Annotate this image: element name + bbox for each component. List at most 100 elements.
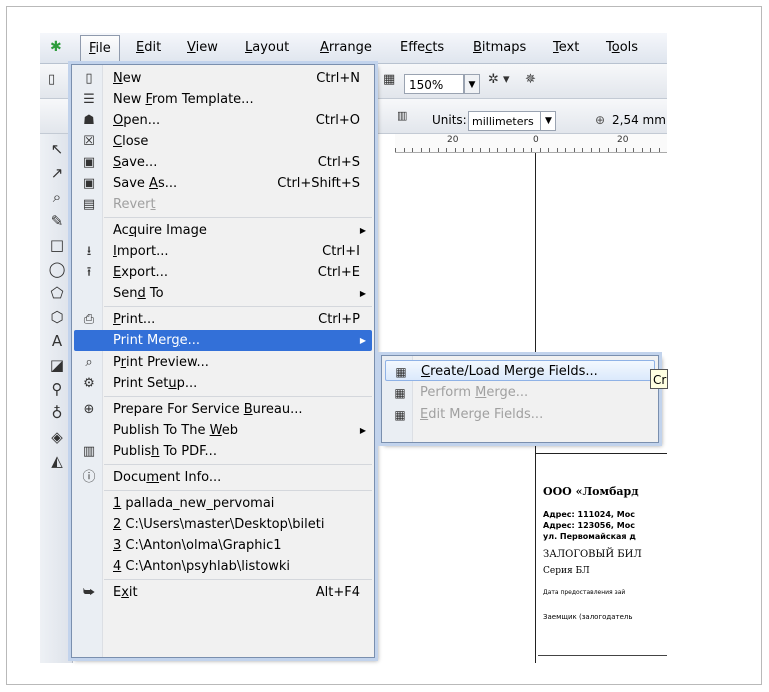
launcher-icon[interactable]: ✵ <box>525 72 536 87</box>
menu-item-1-pallada-new-pervomai[interactable]: 1 pallada_new_pervomai <box>74 493 372 514</box>
menu-item-save[interactable]: ▣ Save... Ctrl+S <box>74 152 372 173</box>
menu-edit[interactable]: Edit <box>136 40 161 55</box>
ruler-tick <box>420 148 422 152</box>
menu-arrange[interactable]: Arrange <box>320 40 372 55</box>
menu-item-label: Close <box>113 134 149 149</box>
menu-file[interactable]: File <box>80 35 120 63</box>
menu-item-save-as[interactable]: ▣ Save As... Ctrl+Shift+S <box>74 173 372 194</box>
menu-item-4-c-anton-psyhlab-listowki[interactable]: 4 C:\Anton\psyhlab\listowki <box>74 556 372 577</box>
fill-tool-icon[interactable]: ◈ <box>48 428 66 446</box>
menu-tools[interactable]: Tools <box>606 40 638 55</box>
zoom-dropdown-arrow[interactable]: ▼ <box>464 74 480 94</box>
menu-item-print-merge[interactable]: Print Merge... ▶ <box>74 330 372 351</box>
rectangle-tool-icon[interactable]: □ <box>48 236 66 254</box>
pick-tool-icon[interactable]: ↖ <box>48 140 66 158</box>
menu-item-export[interactable]: ⭱ Export... Ctrl+E <box>74 262 372 283</box>
basic-shapes-tool-icon[interactable]: ⬡ <box>48 308 66 326</box>
document-text: Адрес: 123056, Мос <box>543 521 635 530</box>
menu-item-send-to[interactable]: Send To ▶ <box>74 283 372 304</box>
interactive-tool-icon[interactable]: ◪ <box>48 356 66 374</box>
ellipse-tool-icon[interactable]: ◯ <box>48 260 66 278</box>
ruler-tick <box>624 148 626 152</box>
polygon-tool-icon[interactable]: ⬠ <box>48 284 66 302</box>
menu-item-acquire-image[interactable]: Acquire Image ▶ <box>74 220 372 241</box>
revert-icon: ▤ <box>82 197 96 212</box>
ruler-tick <box>463 148 464 152</box>
menu-item-2-c-users-master-desktop-bileti[interactable]: 2 C:\Users\master\Desktop\bileti <box>74 514 372 535</box>
ruler-tick <box>514 148 515 152</box>
submenu-arrow-icon: ▶ <box>359 426 366 435</box>
menu-effects[interactable]: Effects <box>400 40 444 55</box>
menu-item-print-setup[interactable]: ⚙ Print Setup... <box>74 373 372 394</box>
new-document-icon: ▯ <box>85 71 93 86</box>
ruler-tick <box>556 148 558 152</box>
menu-item-prepare-for-service-bureau[interactable]: ⊕ Prepare For Service Bureau... <box>74 399 372 420</box>
nudge-icon: ⊕ <box>595 113 606 127</box>
menu-bitmaps[interactable]: Bitmaps <box>473 40 526 55</box>
template-icon: ☰ <box>83 92 95 107</box>
menu-item-3-c-anton-olma-graphic1[interactable]: 3 C:\Anton\olma\Graphic1 <box>74 535 372 556</box>
menu-item-label: New From Template... <box>113 92 254 107</box>
page-orientation-icon[interactable]: ▥ <box>397 109 407 122</box>
submenu-item-create-load-merge-fields[interactable]: ▦ Create/Load Merge Fields... <box>385 360 655 381</box>
units-dropdown-arrow[interactable]: ▼ <box>540 111 556 131</box>
menu-item-label: Print Merge... <box>113 333 201 348</box>
menu-item-publish-to-pdf[interactable]: ▥ Publish To PDF... <box>74 441 372 462</box>
menu-item-import[interactable]: ⭳ Import... Ctrl+I <box>74 241 372 262</box>
snap-icon[interactable]: ✲ ▾ <box>488 72 510 87</box>
menu-item-new-from-template[interactable]: ☰ New From Template... <box>74 89 372 110</box>
menu-item-label: Send To <box>113 286 164 301</box>
menu-layout[interactable]: Layout <box>245 40 289 55</box>
ruler-tick <box>522 148 524 152</box>
menu-item-print-preview[interactable]: ⌕ Print Preview... <box>74 352 372 373</box>
file-menu: ▯ New Ctrl+N ☰ New From Template... ☗ Open... C… <box>68 61 378 661</box>
print-setup-icon: ⚙ <box>83 376 95 391</box>
new-document-icon[interactable]: ▯ <box>48 72 55 87</box>
interactive-fill-tool-icon[interactable]: ◭ <box>48 452 66 470</box>
menu-bar: ✱ File Edit View Layout Arrange Effects Bitmap… <box>40 33 667 64</box>
menu-text[interactable]: Text <box>553 40 579 55</box>
menu-item-label: Open... <box>113 113 161 128</box>
menu-item-print[interactable]: ⎙ Print... Ctrl+P <box>74 309 372 330</box>
menu-item-new[interactable]: ▯ New Ctrl+N <box>74 68 372 89</box>
outline-tool-icon[interactable]: ♁ <box>48 404 66 422</box>
ruler-tick <box>582 148 583 152</box>
menu-item-shortcut: Ctrl+I <box>322 244 360 259</box>
zoom-tool-icon[interactable]: ⌕ <box>48 188 66 206</box>
submenu-item-label: Edit Merge Fields... <box>420 407 544 422</box>
submenu-item-label: Perform Merge... <box>420 385 529 400</box>
menu-item-label: 3 C:\Anton\olma\Graphic1 <box>113 538 282 553</box>
open-folder-icon: ☗ <box>83 113 95 128</box>
ruler-tick <box>403 148 405 152</box>
menu-view[interactable]: View <box>187 40 218 55</box>
document-text: ул. Первомайская д <box>543 532 636 541</box>
nudge-distance-field[interactable]: 2,54 mm <box>612 113 666 127</box>
menu-item-label: Import... <box>113 244 169 259</box>
ruler-tick <box>480 148 481 152</box>
shape-tool-icon[interactable]: ↗ <box>48 164 66 182</box>
toolbar-icon[interactable]: ▦ <box>383 72 395 87</box>
print-preview-icon: ⌕ <box>85 355 93 370</box>
ruler-tick <box>488 148 490 152</box>
freehand-tool-icon[interactable]: ✎ <box>48 212 66 230</box>
menu-item-label: Prepare For Service Bureau... <box>113 402 303 417</box>
menu-item-shortcut: Ctrl+N <box>316 71 360 86</box>
menu-item-document-info[interactable]: ⓘ Document Info... <box>74 467 372 488</box>
menu-item-open[interactable]: ☗ Open... Ctrl+O <box>74 110 372 131</box>
menu-item-publish-to-the-web[interactable]: Publish To The Web ▶ <box>74 420 372 441</box>
zoom-level-field[interactable]: 150% <box>404 74 464 94</box>
document-text: Серия БЛ <box>543 566 590 576</box>
ruler-label: 0 <box>533 135 539 145</box>
ruler-tick <box>429 148 430 152</box>
menu-item-label: Exit <box>113 585 138 600</box>
toolbox: ↖ ↗ ⌕ ✎ □ ◯ ⬠ ⬡ A ◪ ⚲ ♁ ◈ ◭ <box>40 134 73 663</box>
ruler-tick <box>641 148 643 152</box>
menu-item-exit[interactable]: ⮩ Exit Alt+F4 <box>74 582 372 603</box>
text-tool-icon[interactable]: A <box>48 332 66 350</box>
ruler-tick <box>531 148 532 152</box>
eyedropper-tool-icon[interactable]: ⚲ <box>48 380 66 398</box>
menu-item-label: Publish To PDF... <box>113 444 217 459</box>
menu-item-close[interactable]: ☒ Close <box>74 131 372 152</box>
horizontal-ruler: 20 0 20 <box>395 134 667 153</box>
close-document-icon: ☒ <box>83 134 95 149</box>
